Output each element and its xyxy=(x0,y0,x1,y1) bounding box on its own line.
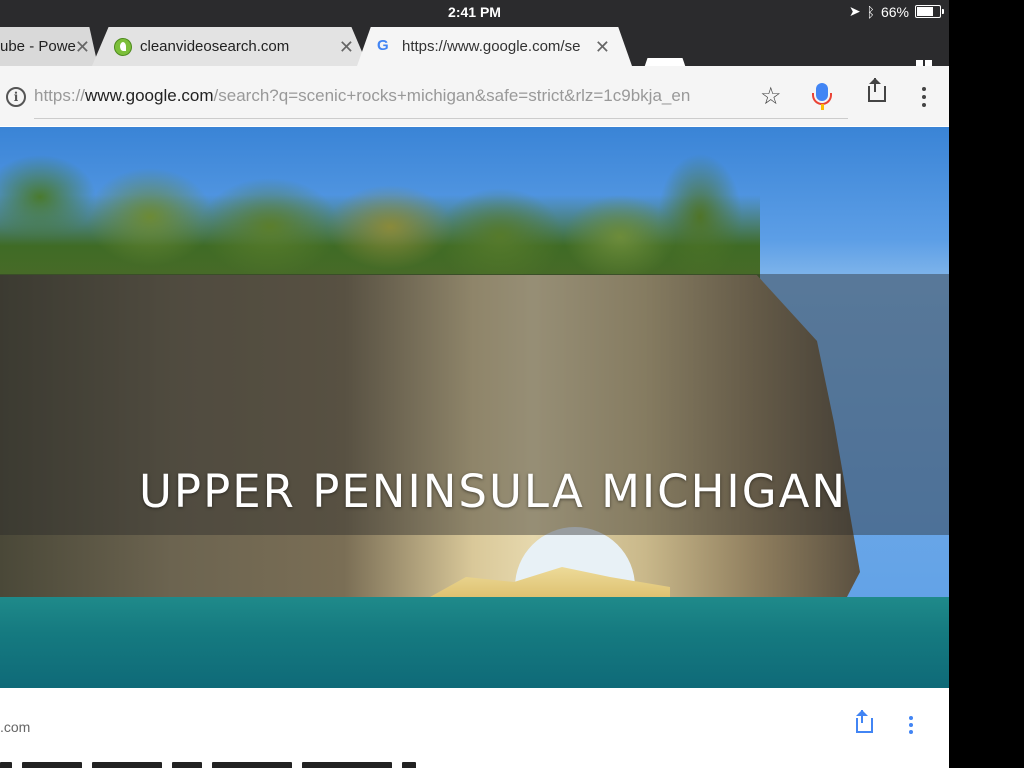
battery-icon xyxy=(915,5,944,18)
result-share-icon[interactable] xyxy=(856,718,873,733)
tab-close-icon[interactable]: ✕ xyxy=(339,37,354,58)
browser-screen: 2:41 PM ➤ ᛒ 66% ube - Powe ✕ cleanvideos… xyxy=(0,0,949,768)
url-path: /search?q=scenic+rocks+michigan&safe=str… xyxy=(213,86,691,105)
status-bar: 2:41 PM ➤ ᛒ 66% xyxy=(0,0,949,24)
hero-headline: UPPER PENINSULA MICHIGAN xyxy=(139,465,848,518)
omnibox-bar: i https://www.google.com/search?q=scenic… xyxy=(0,66,949,126)
status-right: ➤ ᛒ 66% xyxy=(848,3,944,20)
screen-edge xyxy=(949,0,1024,768)
url-host: www.google.com xyxy=(85,86,214,105)
info-icon[interactable]: i xyxy=(6,87,26,107)
tab-google-active[interactable]: G https://www.google.com/se ✕ xyxy=(357,27,632,66)
tab-label: https://www.google.com/se xyxy=(402,38,581,55)
hero-image[interactable]: UPPER PENINSULA MICHIGAN xyxy=(0,127,949,688)
battery-percent: 66% xyxy=(880,3,909,20)
result-domain[interactable]: .com xyxy=(0,719,30,735)
google-favicon-icon: G xyxy=(377,37,389,54)
tab-youtube[interactable]: ube - Powe ✕ xyxy=(0,27,98,66)
tab-cleanvideosearch[interactable]: cleanvideosearch.com ✕ xyxy=(92,27,368,66)
omnibox-divider xyxy=(34,118,848,119)
status-time: 2:41 PM xyxy=(448,4,501,20)
share-icon[interactable] xyxy=(868,86,886,102)
url-field[interactable]: https://www.google.com/search?q=scenic+r… xyxy=(34,86,724,106)
tab-close-icon[interactable]: ✕ xyxy=(595,37,610,58)
tab-label: ube - Powe xyxy=(0,38,76,55)
url-scheme: https:// xyxy=(34,86,86,105)
tab-close-icon[interactable]: ✕ xyxy=(75,37,90,58)
result-title-cutoff[interactable] xyxy=(0,758,440,768)
bluetooth-icon: ᛒ xyxy=(866,3,875,20)
tab-label: cleanvideosearch.com xyxy=(140,38,290,55)
treeline xyxy=(0,127,760,297)
microphone-icon[interactable] xyxy=(812,83,832,105)
result-more-vert-icon[interactable] xyxy=(909,716,913,734)
more-vert-icon[interactable] xyxy=(922,87,926,107)
location-arrow-icon: ➤ xyxy=(848,3,861,19)
tab-strip: ube - Powe ✕ cleanvideosearch.com ✕ G ht… xyxy=(0,24,949,80)
lake-water xyxy=(0,597,949,688)
microphone-stand xyxy=(821,104,824,110)
star-icon[interactable]: ☆ xyxy=(760,82,782,111)
cleanvideosearch-favicon-icon xyxy=(114,38,132,56)
